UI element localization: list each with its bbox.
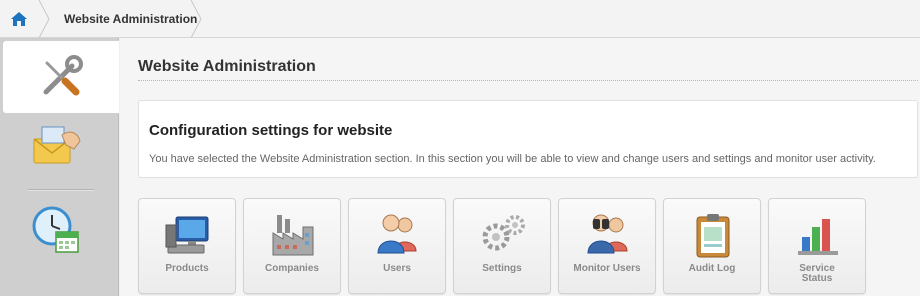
breadcrumb-separator — [190, 0, 204, 38]
home-icon — [11, 12, 27, 26]
breadcrumb-current[interactable]: Website Administration — [64, 0, 197, 38]
info-card: Configuration settings for website You h… — [138, 100, 918, 178]
breadcrumb: Website Administration — [0, 0, 920, 38]
tile-label: Service Status — [799, 263, 835, 284]
rail-tab-administration[interactable] — [2, 40, 119, 114]
tile-companies[interactable]: Companies — [243, 198, 341, 294]
rail-tab-schedule[interactable] — [0, 200, 112, 260]
monitor-icon — [165, 216, 209, 254]
tile-service-status[interactable]: Service Status — [768, 198, 866, 294]
title-divider — [138, 80, 918, 81]
clipboard-icon — [696, 214, 730, 258]
breadcrumb-separator — [38, 0, 52, 38]
binoculars-users-icon — [587, 214, 628, 254]
tile-label: Companies — [265, 263, 319, 274]
side-rail — [0, 38, 119, 296]
info-card-heading: Configuration settings for website — [149, 122, 393, 139]
tile-products[interactable]: Products — [138, 198, 236, 294]
users-icon — [377, 214, 417, 254]
tile-label: Products — [165, 263, 209, 274]
tile-label: Settings — [482, 263, 522, 274]
rail-tab-messages[interactable] — [0, 120, 112, 170]
tile-label: Audit Log — [688, 263, 736, 274]
clock-calendar-icon — [32, 206, 79, 253]
page-title: Website Administration — [138, 58, 316, 75]
tools-icon — [43, 55, 83, 96]
rail-divider — [28, 189, 94, 191]
tile-monitor-users[interactable]: Monitor Users — [558, 198, 656, 294]
gears-icon — [482, 215, 525, 251]
main-content: Website Administration Configuration set… — [120, 38, 920, 296]
factory-icon — [272, 215, 314, 256]
tile-label: Users — [383, 263, 411, 274]
mail-icon — [33, 126, 81, 164]
breadcrumb-home[interactable] — [0, 0, 38, 38]
tile-label: Monitor Users — [573, 263, 641, 274]
bar-chart-icon — [798, 219, 838, 255]
tile-audit-log[interactable]: Audit Log — [663, 198, 761, 294]
tile-settings[interactable]: Settings — [453, 198, 551, 294]
info-card-text: You have selected the Website Administra… — [149, 153, 876, 165]
tile-users[interactable]: Users — [348, 198, 446, 294]
